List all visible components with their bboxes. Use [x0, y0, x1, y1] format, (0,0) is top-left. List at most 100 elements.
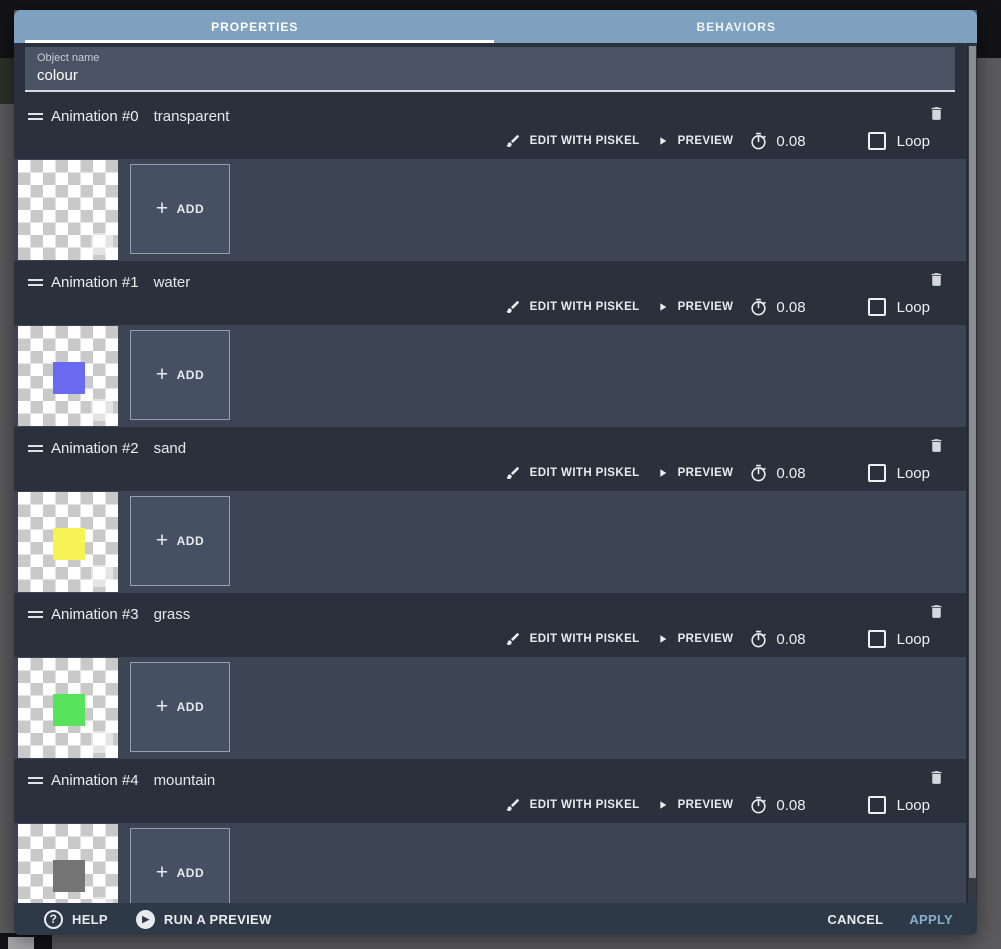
loop-toggle[interactable]: Loop [867, 464, 930, 482]
time-between-frames[interactable]: 0.08 [749, 464, 806, 483]
time-value[interactable]: 0.08 [776, 797, 805, 814]
frames-strip: + ADD [14, 657, 966, 759]
loop-checkbox[interactable] [867, 630, 886, 648]
play-circle-icon: ▶ [135, 909, 155, 929]
run-a-preview-button[interactable]: ▶ RUN A PREVIEW [135, 909, 272, 929]
edit-with-piskel-label: EDIT WITH PISKEL [529, 467, 640, 479]
play-icon [659, 469, 666, 477]
loop-toggle[interactable]: Loop [867, 796, 930, 814]
loop-checkbox[interactable] [867, 132, 886, 150]
preview-label: PREVIEW [677, 799, 734, 811]
animation-name[interactable]: transparent [154, 108, 230, 125]
animation-name[interactable]: sand [154, 440, 187, 457]
edit-with-piskel-button[interactable]: EDIT WITH PISKEL [505, 631, 640, 647]
trash-icon [931, 438, 941, 452]
drag-handle-icon[interactable] [28, 110, 44, 123]
preview-label: PREVIEW [677, 301, 734, 313]
edit-with-piskel-button[interactable]: EDIT WITH PISKEL [505, 299, 640, 315]
scrollbar-thumb[interactable] [969, 46, 976, 879]
loop-checkbox[interactable] [867, 796, 886, 814]
help-label: HELP [72, 911, 108, 927]
frame-thumbnail[interactable] [18, 658, 118, 758]
preview-button[interactable]: PREVIEW [656, 134, 734, 148]
frame-color-square [53, 362, 85, 394]
scrollbar-track[interactable] [967, 45, 976, 903]
loop-toggle[interactable]: Loop [867, 298, 930, 316]
time-between-frames[interactable]: 0.08 [749, 298, 806, 317]
time-between-frames[interactable]: 0.08 [749, 796, 806, 815]
time-value[interactable]: 0.08 [776, 133, 805, 150]
backdrop-bottom-left-square [8, 937, 34, 949]
apply-button[interactable]: APPLY [909, 912, 953, 927]
frame-thumbnail[interactable] [18, 160, 118, 260]
tab-behaviors[interactable]: BEHAVIORS [496, 10, 978, 43]
loop-toggle[interactable]: Loop [867, 630, 930, 648]
delete-animation-button[interactable] [926, 269, 946, 289]
animation-name[interactable]: mountain [154, 772, 216, 789]
drag-handle-icon[interactable] [28, 276, 44, 289]
object-name-field[interactable]: Object name colour [25, 47, 955, 92]
add-frame-button[interactable]: + ADD [130, 496, 230, 586]
edit-with-piskel-button[interactable]: EDIT WITH PISKEL [505, 133, 640, 149]
animation-section: Animation #3 grass EDIT WITH PISKEL PREV… [14, 593, 966, 759]
preview-button[interactable]: PREVIEW [656, 798, 734, 812]
drag-handle-icon[interactable] [28, 774, 44, 787]
animation-name[interactable]: grass [154, 606, 191, 623]
add-frame-button[interactable]: + ADD [130, 662, 230, 752]
tab-properties[interactable]: PROPERTIES [14, 10, 496, 43]
add-frame-button[interactable]: + ADD [130, 828, 230, 913]
animation-title: Animation #0 [51, 107, 139, 125]
stopwatch-icon [751, 464, 767, 481]
preview-button[interactable]: PREVIEW [656, 466, 734, 480]
backdrop-top-bar [0, 0, 1001, 10]
animation-name[interactable]: water [154, 274, 191, 291]
loop-label: Loop [896, 132, 930, 150]
frames-strip: + ADD [14, 159, 966, 261]
loop-checkbox[interactable] [867, 464, 886, 482]
tab-properties-label: PROPERTIES [211, 19, 299, 34]
frame-corner-overlay [91, 399, 113, 421]
plus-icon: + [155, 860, 169, 884]
delete-animation-button[interactable] [926, 601, 946, 621]
preview-label: PREVIEW [677, 467, 734, 479]
dialog-footer: ? HELP ▶ RUN A PREVIEW CANCEL APPLY [14, 903, 977, 935]
time-value[interactable]: 0.08 [776, 465, 805, 482]
play-icon [659, 137, 666, 145]
backdrop-right-dark [977, 10, 1001, 58]
delete-animation-button[interactable] [926, 103, 946, 123]
cancel-button[interactable]: CANCEL [827, 912, 883, 927]
drag-handle-icon[interactable] [28, 442, 44, 455]
animation-header: Animation #1 water EDIT WITH PISKEL PREV… [14, 261, 966, 325]
dialog-content: Object name colour Animation #0 transpar… [14, 43, 966, 913]
delete-animation-button[interactable] [926, 435, 946, 455]
loop-label: Loop [896, 796, 930, 814]
edit-with-piskel-button[interactable]: EDIT WITH PISKEL [505, 465, 640, 481]
drag-handle-icon[interactable] [28, 608, 44, 621]
loop-toggle[interactable]: Loop [867, 132, 930, 150]
add-frame-label: ADD [176, 534, 205, 548]
run-a-preview-label: RUN A PREVIEW [163, 911, 272, 927]
time-between-frames[interactable]: 0.08 [749, 630, 806, 649]
preview-button[interactable]: PREVIEW [656, 300, 734, 314]
preview-button[interactable]: PREVIEW [656, 632, 734, 646]
edit-with-piskel-button[interactable]: EDIT WITH PISKEL [505, 797, 640, 813]
help-button[interactable]: ? HELP [44, 909, 108, 929]
edit-with-piskel-label: EDIT WITH PISKEL [529, 301, 640, 313]
add-frame-label: ADD [176, 700, 205, 714]
trash-icon [931, 604, 941, 618]
add-frame-button[interactable]: + ADD [130, 330, 230, 420]
frame-thumbnail[interactable] [18, 326, 118, 426]
backdrop-left-dark [0, 10, 14, 58]
object-name-value[interactable]: colour [37, 67, 943, 84]
loop-checkbox[interactable] [867, 298, 886, 316]
frame-thumbnail[interactable] [18, 492, 118, 592]
animation-header: Animation #4 mountain EDIT WITH PISKEL P… [14, 759, 966, 823]
time-between-frames[interactable]: 0.08 [749, 132, 806, 151]
time-value[interactable]: 0.08 [776, 631, 805, 648]
delete-animation-button[interactable] [926, 767, 946, 787]
add-frame-button[interactable]: + ADD [130, 164, 230, 254]
frame-thumbnail[interactable] [18, 824, 118, 913]
frame-corner-overlay [91, 565, 113, 587]
time-value[interactable]: 0.08 [776, 299, 805, 316]
trash-icon [931, 770, 941, 784]
